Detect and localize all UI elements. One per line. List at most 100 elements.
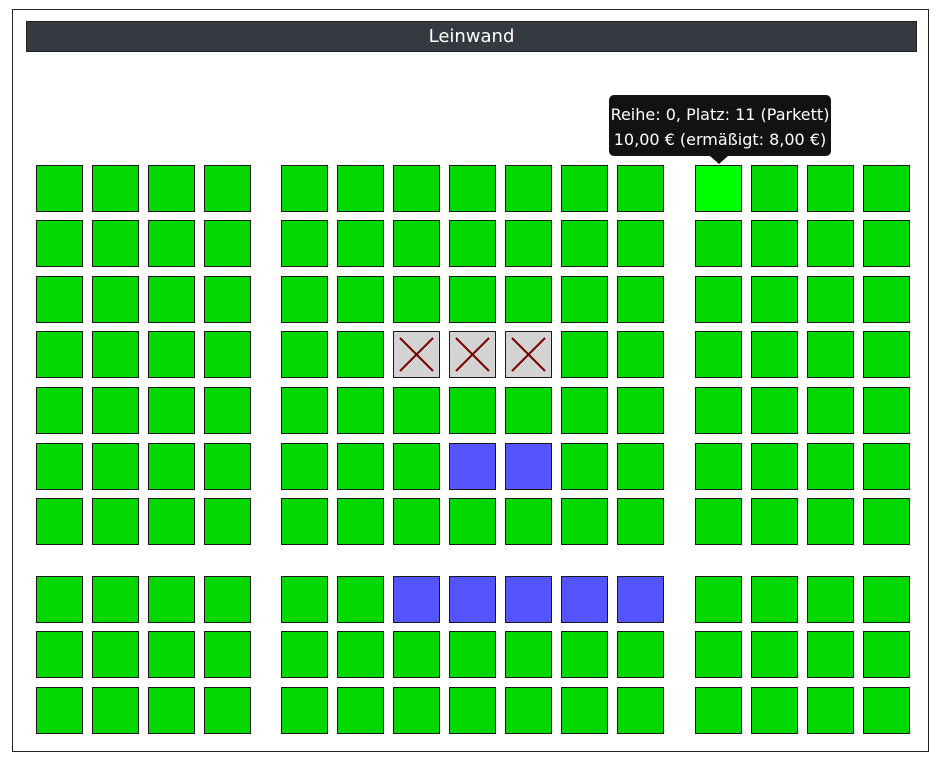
seat-available[interactable]	[617, 498, 664, 545]
seat-available[interactable]	[617, 331, 664, 378]
seat-available[interactable]	[204, 498, 251, 545]
seat-available[interactable]	[393, 631, 440, 678]
seat-available[interactable]	[148, 220, 195, 267]
seat-available[interactable]	[204, 631, 251, 678]
seat-available[interactable]	[148, 498, 195, 545]
seat-available[interactable]	[695, 387, 742, 434]
seat-available[interactable]	[36, 687, 83, 734]
seat-available[interactable]	[337, 631, 384, 678]
seat-available[interactable]	[148, 576, 195, 623]
seat-available[interactable]	[36, 387, 83, 434]
seat-selected[interactable]	[505, 576, 552, 623]
seat-available[interactable]	[393, 498, 440, 545]
seat-available[interactable]	[148, 387, 195, 434]
seat-available[interactable]	[863, 387, 910, 434]
seat-available[interactable]	[92, 498, 139, 545]
seat-available[interactable]	[695, 498, 742, 545]
seat-available[interactable]	[36, 165, 83, 212]
seat-available[interactable]	[92, 220, 139, 267]
seat-available[interactable]	[393, 220, 440, 267]
seat-available[interactable]	[751, 631, 798, 678]
seat-available[interactable]	[281, 687, 328, 734]
seat-selected[interactable]	[393, 576, 440, 623]
seat-available[interactable]	[561, 331, 608, 378]
seat-available[interactable]	[337, 687, 384, 734]
seat-available[interactable]	[449, 687, 496, 734]
seat-available[interactable]	[449, 220, 496, 267]
seat-available[interactable]	[751, 498, 798, 545]
seat-available[interactable]	[92, 443, 139, 490]
seat-available[interactable]	[204, 687, 251, 734]
seat-available[interactable]	[695, 331, 742, 378]
seat-available[interactable]	[281, 576, 328, 623]
seat-available[interactable]	[281, 443, 328, 490]
seat-available[interactable]	[337, 443, 384, 490]
seat-available[interactable]	[393, 276, 440, 323]
seat-available[interactable]	[449, 498, 496, 545]
seat-available[interactable]	[92, 276, 139, 323]
seat-available[interactable]	[36, 498, 83, 545]
seat-available[interactable]	[204, 443, 251, 490]
seat-available[interactable]	[505, 631, 552, 678]
seat-available[interactable]	[807, 576, 854, 623]
seat-available[interactable]	[617, 687, 664, 734]
seat-available[interactable]	[863, 331, 910, 378]
seat-available[interactable]	[92, 387, 139, 434]
seat-selected[interactable]	[449, 443, 496, 490]
seat-available[interactable]	[863, 443, 910, 490]
seat-available[interactable]	[449, 276, 496, 323]
seat-available[interactable]	[617, 631, 664, 678]
seat-available[interactable]	[807, 498, 854, 545]
seat-selected[interactable]	[617, 576, 664, 623]
seat-available[interactable]	[148, 276, 195, 323]
seat-available[interactable]	[281, 631, 328, 678]
seat-available[interactable]	[449, 165, 496, 212]
seat-selected[interactable]	[561, 576, 608, 623]
seat-available[interactable]	[204, 276, 251, 323]
seat-selected[interactable]	[449, 576, 496, 623]
seat-available[interactable]	[281, 165, 328, 212]
seat-available[interactable]	[449, 631, 496, 678]
seat-available[interactable]	[337, 387, 384, 434]
seat-available[interactable]	[449, 387, 496, 434]
seat-available[interactable]	[337, 498, 384, 545]
seat-available[interactable]	[863, 498, 910, 545]
seat-available[interactable]	[751, 443, 798, 490]
seat-available[interactable]	[863, 687, 910, 734]
seat-available[interactable]	[393, 443, 440, 490]
seat-available[interactable]	[695, 276, 742, 323]
seat-hovered[interactable]	[695, 165, 742, 212]
seat-available[interactable]	[281, 331, 328, 378]
seat-available[interactable]	[36, 443, 83, 490]
seat-available[interactable]	[148, 687, 195, 734]
seat-available[interactable]	[505, 220, 552, 267]
seat-available[interactable]	[505, 687, 552, 734]
seat-available[interactable]	[695, 220, 742, 267]
seat-available[interactable]	[807, 276, 854, 323]
seat-available[interactable]	[617, 387, 664, 434]
seat-available[interactable]	[148, 443, 195, 490]
seat-available[interactable]	[204, 331, 251, 378]
seat-available[interactable]	[561, 276, 608, 323]
seat-available[interactable]	[695, 443, 742, 490]
seat-available[interactable]	[807, 165, 854, 212]
seat-available[interactable]	[204, 387, 251, 434]
seat-available[interactable]	[561, 631, 608, 678]
seat-available[interactable]	[751, 220, 798, 267]
seat-available[interactable]	[36, 276, 83, 323]
seat-available[interactable]	[281, 387, 328, 434]
seat-available[interactable]	[807, 443, 854, 490]
seat-available[interactable]	[807, 631, 854, 678]
seat-available[interactable]	[92, 687, 139, 734]
seat-available[interactable]	[36, 631, 83, 678]
seat-available[interactable]	[561, 498, 608, 545]
seat-available[interactable]	[695, 631, 742, 678]
seat-available[interactable]	[92, 631, 139, 678]
seat-available[interactable]	[751, 687, 798, 734]
seat-available[interactable]	[36, 576, 83, 623]
seat-available[interactable]	[751, 387, 798, 434]
seat-available[interactable]	[148, 331, 195, 378]
seat-available[interactable]	[807, 331, 854, 378]
seat-available[interactable]	[561, 165, 608, 212]
seat-available[interactable]	[561, 387, 608, 434]
